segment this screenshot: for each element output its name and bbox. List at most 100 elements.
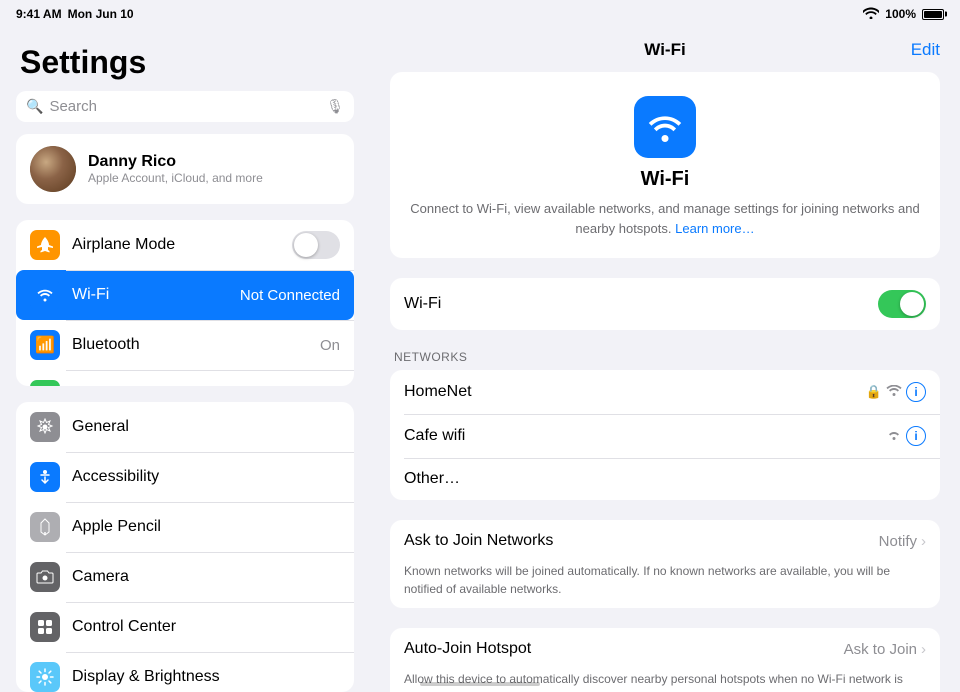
- search-icon: 🔍: [26, 98, 43, 115]
- controlcenter-icon: [30, 612, 60, 642]
- battery-icon: [922, 9, 944, 20]
- network-row-homenet[interactable]: HomeNet 🔒 i: [390, 370, 940, 414]
- auto-join-row[interactable]: Auto-Join Hotspot Ask to Join ›: [404, 628, 926, 670]
- ask-to-join-row[interactable]: Ask to Join Networks Notify ›: [404, 520, 926, 562]
- wifi-settings-icon: [30, 280, 60, 310]
- settings-group-general: General Accessibility: [16, 402, 354, 692]
- wifi-signal-icon: [886, 385, 902, 400]
- avatar: [30, 146, 76, 192]
- wifi-toggle-card: Wi-Fi: [390, 278, 940, 330]
- auto-join-right: Ask to Join ›: [844, 641, 926, 658]
- main-layout: Settings 🔍 Search 🎙 Danny Rico Apple Acc…: [0, 28, 960, 692]
- sidebar-item-accessibility[interactable]: Accessibility: [16, 452, 354, 502]
- applepencil-icon: [30, 512, 60, 542]
- status-time: 9:41 AM: [16, 7, 62, 21]
- airplane-toggle[interactable]: [292, 231, 340, 259]
- lock-icon: 🔒: [866, 384, 882, 400]
- status-bar-left: 9:41 AM Mon Jun 10: [16, 7, 134, 21]
- sidebar-item-wifi[interactable]: Wi-Fi Not Connected: [16, 270, 354, 320]
- network-icons-homenet: 🔒 i: [866, 382, 926, 402]
- battery-settings-icon: [30, 380, 60, 386]
- sidebar-item-camera[interactable]: Camera: [16, 552, 354, 602]
- ask-to-join-right: Notify ›: [879, 533, 926, 550]
- ask-to-join-description: Known networks will be joined automatica…: [404, 562, 926, 608]
- battery-fill: [924, 11, 942, 18]
- panel-title: Wi-Fi: [644, 40, 685, 60]
- ask-to-join-card: Ask to Join Networks Notify › Known netw…: [390, 520, 940, 608]
- accessibility-label: Accessibility: [72, 468, 340, 486]
- ask-to-join-value: Notify: [879, 533, 917, 550]
- cafewifi-info-button[interactable]: i: [906, 426, 926, 446]
- sidebar-item-controlcenter[interactable]: Control Center: [16, 602, 354, 652]
- sidebar-item-bluetooth[interactable]: 📶 Bluetooth On: [16, 320, 354, 370]
- battery-percent: 100%: [885, 7, 916, 21]
- networks-card: HomeNet 🔒 i: [390, 370, 940, 500]
- status-bar: 9:41 AM Mon Jun 10 100%: [0, 0, 960, 28]
- sidebar: Settings 🔍 Search 🎙 Danny Rico Apple Acc…: [0, 28, 370, 692]
- general-icon: [30, 412, 60, 442]
- auto-join-description: Allow this device to automatically disco…: [404, 670, 926, 692]
- ask-to-join-chevron: ›: [921, 533, 926, 550]
- network-name-cafewifi: Cafe wifi: [404, 427, 878, 445]
- microphone-icon: 🎙: [326, 98, 344, 115]
- wifi-icon: [863, 7, 879, 22]
- profile-row[interactable]: Danny Rico Apple Account, iCloud, and mo…: [16, 134, 354, 204]
- home-indicator: [420, 682, 540, 686]
- camera-label: Camera: [72, 568, 340, 586]
- sidebar-item-airplane[interactable]: Airplane Mode: [16, 220, 354, 270]
- airplane-icon: [30, 230, 60, 260]
- camera-icon: [30, 562, 60, 592]
- cafe-wifi-signal-icon: [886, 429, 902, 444]
- search-placeholder: Search: [49, 98, 320, 115]
- sidebar-item-battery[interactable]: Battery: [16, 370, 354, 386]
- bluetooth-label: Bluetooth: [72, 336, 308, 354]
- search-bar[interactable]: 🔍 Search 🎙: [16, 91, 354, 122]
- profile-subtitle: Apple Account, iCloud, and more: [88, 171, 263, 185]
- sidebar-title: Settings: [0, 28, 370, 91]
- profile-info: Danny Rico Apple Account, iCloud, and mo…: [88, 153, 263, 185]
- general-label: General: [72, 418, 340, 436]
- accessibility-icon: [30, 462, 60, 492]
- settings-group-connectivity: Airplane Mode Wi-Fi Not Connected: [16, 220, 354, 386]
- auto-join-title: Auto-Join Hotspot: [404, 640, 531, 658]
- applepencil-label: Apple Pencil: [72, 518, 340, 536]
- wifi-hero-description: Connect to Wi-Fi, view available network…: [410, 199, 920, 238]
- settings-list: Airplane Mode Wi-Fi Not Connected: [0, 220, 370, 692]
- sidebar-item-general[interactable]: General: [16, 402, 354, 452]
- edit-button[interactable]: Edit: [911, 40, 940, 60]
- avatar-image: [30, 146, 76, 192]
- profile-name: Danny Rico: [88, 153, 263, 171]
- wifi-toggle-row: Wi-Fi: [404, 278, 926, 330]
- network-row-cafewifi[interactable]: Cafe wifi i: [390, 414, 940, 458]
- network-name-other: Other…: [404, 470, 926, 488]
- network-row-other[interactable]: Other…: [390, 458, 940, 500]
- wifi-toggle[interactable]: [878, 290, 926, 318]
- display-label: Display & Brightness: [72, 668, 340, 686]
- auto-join-value: Ask to Join: [844, 641, 917, 658]
- bluetooth-icon: 📶: [30, 330, 60, 360]
- sidebar-item-applepencil[interactable]: Apple Pencil: [16, 502, 354, 552]
- wifi-label: Wi-Fi: [72, 286, 228, 304]
- network-icons-cafewifi: i: [886, 426, 926, 446]
- wifi-hero-title: Wi-Fi: [410, 168, 920, 191]
- homenet-info-button[interactable]: i: [906, 382, 926, 402]
- wifi-hero-icon: [634, 96, 696, 158]
- controlcenter-label: Control Center: [72, 618, 340, 636]
- panel-content: Wi-Fi Connect to Wi-Fi, view available n…: [370, 72, 960, 692]
- wifi-toggle-label: Wi-Fi: [404, 295, 441, 313]
- airplane-label: Airplane Mode: [72, 236, 280, 254]
- bluetooth-value: On: [320, 337, 340, 354]
- wifi-value: Not Connected: [240, 287, 340, 304]
- network-name-homenet: HomeNet: [404, 383, 858, 401]
- networks-section-label: NETWORKS: [390, 350, 940, 364]
- sidebar-item-display[interactable]: Display & Brightness: [16, 652, 354, 692]
- wifi-hero-card: Wi-Fi Connect to Wi-Fi, view available n…: [390, 72, 940, 258]
- learn-more-link[interactable]: Learn more…: [675, 221, 754, 236]
- status-bar-right: 100%: [863, 7, 944, 22]
- display-icon: [30, 662, 60, 692]
- panel-header: Wi-Fi Edit: [370, 28, 960, 72]
- main-panel: Wi-Fi Edit Wi-Fi Connect to Wi-Fi, view …: [370, 28, 960, 692]
- status-date: Mon Jun 10: [68, 7, 134, 21]
- ask-to-join-title: Ask to Join Networks: [404, 532, 553, 550]
- auto-join-chevron: ›: [921, 641, 926, 658]
